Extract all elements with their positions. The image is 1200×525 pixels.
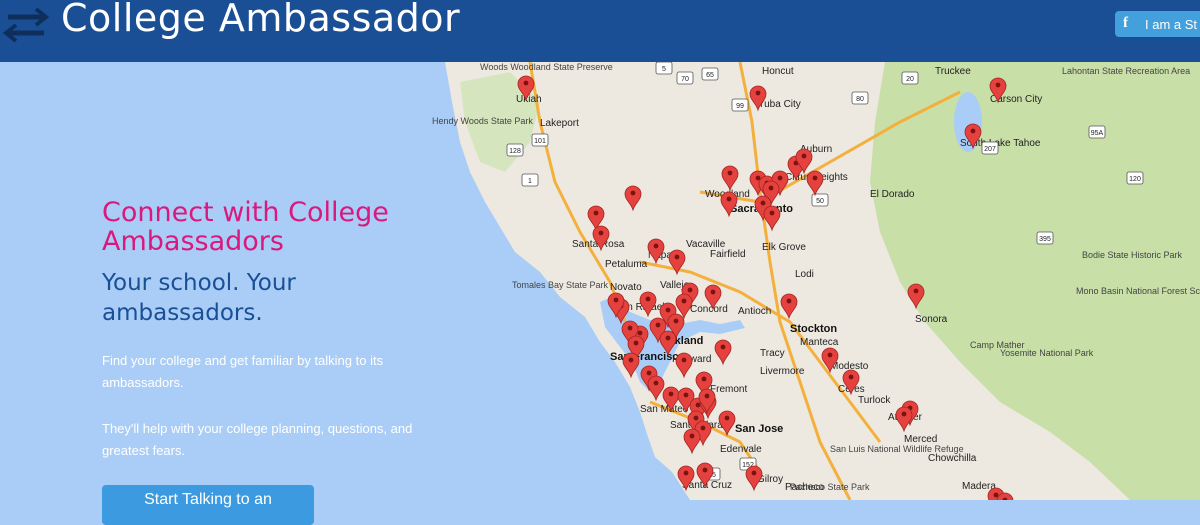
svg-text:101: 101	[534, 138, 546, 145]
svg-text:50: 50	[816, 198, 824, 205]
highway-shield: 395	[1036, 231, 1054, 245]
start-talking-button[interactable]: Start Talking to an	[102, 485, 314, 525]
highway-shield: 207	[981, 141, 999, 155]
map-city-label: Fremont	[710, 384, 747, 395]
map-city-label: Turlock	[858, 395, 891, 406]
highway-shield: 5	[655, 62, 673, 75]
svg-text:70: 70	[681, 76, 689, 83]
svg-text:1: 1	[528, 178, 532, 185]
svg-text:95A: 95A	[1091, 130, 1104, 137]
map-city-label: Manteca	[800, 337, 839, 348]
map-city-label: Petaluma	[605, 259, 648, 270]
highway-shield: 99	[731, 98, 749, 112]
svg-text:80: 80	[856, 96, 864, 103]
map-city-label: Lakeport	[540, 118, 579, 129]
map-area-label: Lahontan State Recreation Area	[1062, 66, 1190, 76]
map-city-label: Lodi	[795, 269, 814, 280]
svg-text:207: 207	[984, 146, 996, 153]
map-city-label: Tracy	[760, 348, 785, 359]
facebook-icon: f	[1123, 15, 1128, 31]
highway-shield: 95A	[1088, 125, 1106, 139]
hero-subheadline: Your school. Your ambassadors.	[102, 270, 296, 326]
map-area-label: Pacheco State Park	[790, 482, 870, 492]
map-city-label: Edenvale	[720, 444, 762, 455]
map-area-label: Bodie State Historic Park	[1082, 250, 1183, 260]
hero-paragraph-find: Find your college and get familiar by ta…	[102, 353, 384, 390]
map-city-label: Truckee	[935, 66, 971, 77]
map-area-label: Yosemite National Park	[1000, 348, 1094, 358]
map-city-label: Concord	[690, 304, 728, 315]
highway-shield: 120	[1126, 171, 1144, 185]
svg-text:395: 395	[1039, 236, 1051, 243]
map-area-label: Hendy Woods State Park	[432, 116, 533, 126]
highway-shield: 70	[676, 71, 694, 85]
highway-shield: 50	[811, 193, 829, 207]
map-city-label: Livermore	[760, 366, 805, 377]
svg-text:128: 128	[509, 148, 521, 155]
map-city-label: Chowchilla	[928, 453, 977, 464]
highway-shield: 101	[531, 133, 549, 147]
map-city-label: Ukiah	[516, 94, 542, 105]
hero-paragraph-help: They'll help with your college planning,…	[102, 421, 413, 458]
svg-text:120: 120	[1129, 176, 1141, 183]
highway-shield: 80	[851, 91, 869, 105]
map-city-label: El Dorado	[870, 189, 915, 200]
hero-headline: Connect with College Ambassadors	[102, 197, 389, 257]
svg-text:5: 5	[662, 66, 666, 73]
highway-shield: 20	[901, 71, 919, 85]
swap-arrows-icon	[2, 7, 50, 43]
svg-text:20: 20	[906, 76, 914, 83]
svg-text:99: 99	[736, 103, 744, 110]
svg-text:65: 65	[706, 72, 714, 79]
map-area-label: Tomales Bay State Park	[512, 280, 609, 290]
map-city-label: San Mateo	[640, 404, 689, 415]
role-select-label: I am a St	[1145, 17, 1198, 32]
map-area-label: San Luis National Wildlife Refuge	[830, 444, 964, 454]
map-city-label: Antioch	[738, 306, 771, 317]
map-city-label: Honcut	[762, 66, 794, 77]
highway-shield: 1	[521, 173, 539, 187]
map-city-label: Elk Grove	[762, 242, 806, 253]
highway-shield: 128	[506, 143, 524, 157]
map-city-label: San Jose	[735, 423, 783, 435]
map-city-label: Novato	[610, 282, 642, 293]
highway-shield: 65	[701, 67, 719, 81]
app-title[interactable]: College Ambassador	[61, 0, 460, 40]
map-city-label: Sonora	[915, 314, 948, 325]
map-city-label: Yuba City	[758, 99, 801, 110]
map-area-label: Mono Basin National Forest Scenic Area	[1076, 286, 1200, 296]
map-city-label: Fairfield	[710, 249, 746, 260]
map-area-label: Woods Woodland State Preserve	[480, 62, 613, 72]
top-navigation-bar: College Ambassador f I am a St	[0, 0, 1200, 62]
role-select-button[interactable]: f I am a St	[1115, 11, 1200, 37]
map-city-label: Stockton	[790, 323, 837, 335]
